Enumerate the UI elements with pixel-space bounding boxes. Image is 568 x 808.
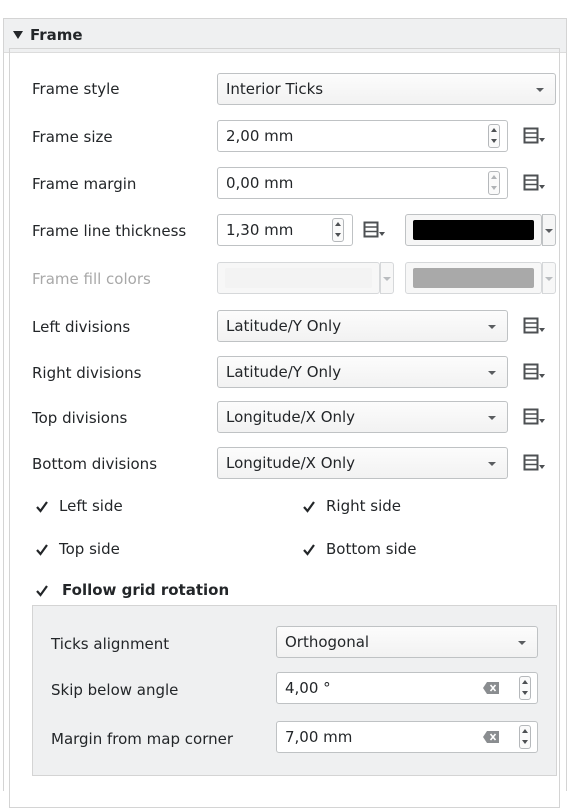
left-divisions-combo[interactable]: Latitude/Y Only [217,310,508,342]
chevron-down-icon [518,641,526,645]
bottom-divisions-combo[interactable]: Longitude/X Only [217,447,508,479]
chevron-down-icon [545,277,553,281]
chevron-down-icon [488,462,496,466]
frame-size-spinbox[interactable]: 2,00 mm [217,120,508,152]
chevron-down-icon [383,277,391,281]
spin-arrows-icon[interactable] [332,218,344,242]
ticks-alignment-combo[interactable]: Orthogonal [276,626,538,658]
ticks-alignment-value: Orthogonal [285,633,370,651]
frame-size-label: Frame size [32,128,113,146]
top-divisions-value: Longitude/X Only [226,408,356,426]
frame-line-color-button[interactable] [405,214,542,246]
frame-fill-colors-label: Frame fill colors [32,270,151,288]
data-defined-override-icon[interactable] [522,315,546,337]
margin-from-corner-spinbox[interactable]: 7,00 mm [276,721,538,753]
follow-grid-rotation-label[interactable]: Follow grid rotation [62,581,229,599]
data-defined-override-icon[interactable] [522,172,546,194]
frame-group-title: Frame [30,26,83,44]
chevron-down-icon [488,416,496,420]
left-side-label[interactable]: Left side [59,497,123,515]
left-side-checkbox[interactable] [34,499,50,515]
frame-style-label: Frame style [32,80,120,98]
checkmark-icon [36,544,48,556]
spin-arrows-icon[interactable] [488,124,500,148]
chevron-down-icon [545,229,553,233]
margin-from-corner-label: Margin from map corner [51,730,233,748]
frame-style-value: Interior Ticks [226,80,324,98]
frame-margin-value: 0,00 mm [226,174,294,192]
data-defined-override-icon[interactable] [362,219,386,241]
data-defined-override-icon[interactable] [522,125,546,147]
bottom-side-label[interactable]: Bottom side [326,540,417,558]
margin-from-corner-value: 7,00 mm [285,728,353,746]
skip-below-angle-label: Skip below angle [51,681,179,699]
right-divisions-label: Right divisions [32,364,142,382]
right-side-checkbox[interactable] [301,499,317,515]
spin-arrows-icon[interactable] [519,725,531,749]
data-defined-override-icon[interactable] [522,406,546,428]
frame-fill-color2-dropdown[interactable] [542,262,556,294]
frame-fill-color2-button[interactable] [405,262,542,294]
top-side-checkbox[interactable] [34,542,50,558]
frame-line-color-dropdown[interactable] [542,214,556,246]
frame-line-thickness-value: 1,30 mm [226,221,294,239]
checkmark-icon [303,544,315,556]
spin-arrows-icon[interactable] [519,676,531,700]
chevron-down-icon [488,325,496,329]
fill-color1-swatch [225,268,372,288]
left-divisions-value: Latitude/Y Only [226,317,342,335]
checkmark-icon [36,501,48,513]
bottom-side-checkbox[interactable] [301,542,317,558]
top-divisions-combo[interactable]: Longitude/X Only [217,401,508,433]
bottom-divisions-value: Longitude/X Only [226,454,356,472]
frame-style-combo[interactable]: Interior Ticks [217,73,556,105]
checkmark-icon [303,501,315,513]
skip-below-angle-value: 4,00 ° [285,679,331,697]
data-defined-override-icon[interactable] [522,452,546,474]
clear-icon[interactable] [483,682,499,694]
frame-margin-spinbox[interactable]: 0,00 mm [217,167,508,199]
line-color-swatch [413,220,534,240]
right-divisions-combo[interactable]: Latitude/Y Only [217,356,508,388]
top-divisions-label: Top divisions [32,409,128,427]
frame-fill-color1-button[interactable] [217,262,380,294]
collapse-arrow-icon[interactable] [13,31,23,39]
right-divisions-value: Latitude/Y Only [226,363,342,381]
data-defined-override-icon[interactable] [522,361,546,383]
fill-color2-swatch [413,268,534,288]
right-side-label[interactable]: Right side [326,497,401,515]
chevron-down-icon [488,371,496,375]
checkmark-icon [36,585,48,597]
left-divisions-label: Left divisions [32,318,131,336]
skip-below-angle-spinbox[interactable]: 4,00 ° [276,672,538,704]
frame-line-thickness-spinbox[interactable]: 1,30 mm [217,214,353,246]
follow-grid-rotation-checkbox[interactable] [34,583,50,599]
chevron-down-icon [536,88,544,92]
frame-fill-color1-dropdown[interactable] [380,262,394,294]
spin-arrows-icon[interactable] [488,171,500,195]
clear-icon[interactable] [483,731,499,743]
bottom-divisions-label: Bottom divisions [32,455,158,473]
frame-size-value: 2,00 mm [226,127,294,145]
frame-margin-label: Frame margin [32,175,137,193]
frame-line-thickness-label: Frame line thickness [32,222,187,240]
ticks-alignment-label: Ticks alignment [51,635,170,653]
top-side-label[interactable]: Top side [59,540,120,558]
